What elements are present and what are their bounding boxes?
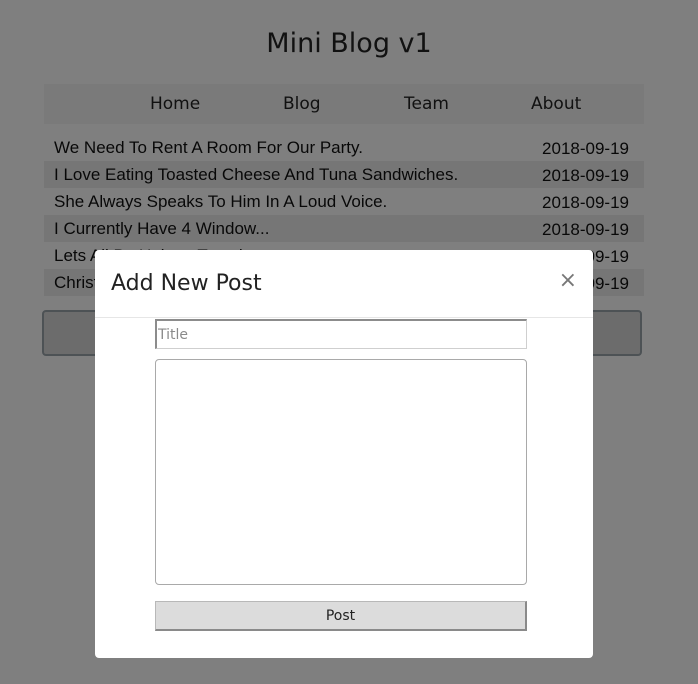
post-button[interactable]: Post: [155, 601, 527, 631]
close-icon[interactable]: ×: [559, 270, 577, 292]
add-post-modal: Add New Post × Post: [95, 250, 593, 658]
title-input[interactable]: [155, 319, 527, 349]
post-body-textarea[interactable]: [155, 359, 527, 585]
modal-header: Add New Post ×: [95, 250, 593, 318]
modal-title: Add New Post: [111, 271, 262, 296]
